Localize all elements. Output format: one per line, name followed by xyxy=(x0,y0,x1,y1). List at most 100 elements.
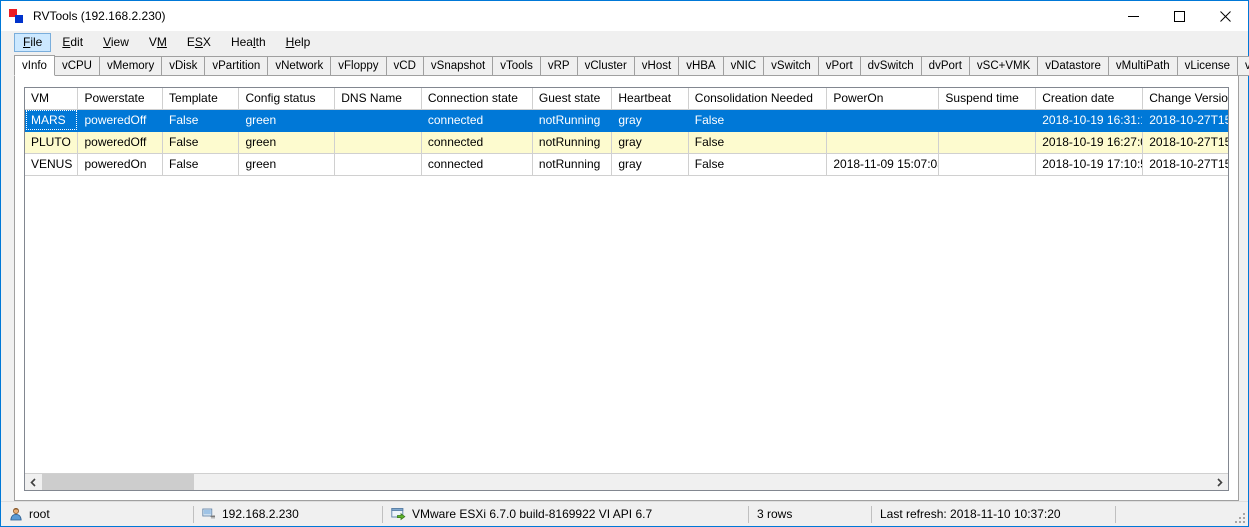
grid-scroll-area[interactable]: VMPowerstateTemplateConfig statusDNS Nam… xyxy=(25,88,1228,473)
cell-consolidation-needed[interactable]: False xyxy=(688,153,827,175)
tab-vcd[interactable]: vCD xyxy=(386,56,424,76)
column-header-consolidation-needed[interactable]: Consolidation Needed xyxy=(688,88,827,109)
column-header-config-status[interactable]: Config status xyxy=(239,88,335,109)
tab-vdatastore[interactable]: vDatastore xyxy=(1037,56,1109,76)
cell-connection-state[interactable]: connected xyxy=(421,109,532,131)
tab-vport[interactable]: vPort xyxy=(818,56,861,76)
menu-item-vm[interactable]: VM xyxy=(140,33,176,52)
tab-vcpu[interactable]: vCPU xyxy=(54,56,100,76)
tab-vhba[interactable]: vHBA xyxy=(678,56,723,76)
cell-heartbeat[interactable]: gray xyxy=(612,153,688,175)
tab-vsc-vmk[interactable]: vSC+VMK xyxy=(969,56,1038,76)
menu-item-view[interactable]: View xyxy=(94,33,138,52)
tab-dvswitch[interactable]: dvSwitch xyxy=(860,56,922,76)
cell-vm[interactable]: PLUTO xyxy=(25,131,78,153)
cell-suspend-time[interactable] xyxy=(939,131,1036,153)
cell-creation-date[interactable]: 2018-10-19 16:31:11 xyxy=(1036,109,1143,131)
cell-config-status[interactable]: green xyxy=(239,131,335,153)
column-header-dns-name[interactable]: DNS Name xyxy=(335,88,422,109)
column-header-suspend-time[interactable]: Suspend time xyxy=(939,88,1036,109)
column-header-guest-state[interactable]: Guest state xyxy=(532,88,611,109)
column-header-poweron[interactable]: PowerOn xyxy=(827,88,939,109)
cell-creation-date[interactable]: 2018-10-19 16:27:08 xyxy=(1036,131,1143,153)
maximize-icon[interactable] xyxy=(1156,1,1202,31)
cell-suspend-time[interactable] xyxy=(939,153,1036,175)
status-version-label: VMware ESXi 6.7.0 build-8169922 VI API 6… xyxy=(412,507,652,521)
tab-vpartition[interactable]: vPartition xyxy=(204,56,268,76)
tab-vmemory[interactable]: vMemory xyxy=(99,56,162,76)
cell-powerstate[interactable]: poweredOn xyxy=(78,153,163,175)
minimize-icon[interactable] xyxy=(1110,1,1156,31)
tab-vlicense[interactable]: vLicense xyxy=(1177,56,1238,76)
cell-creation-date[interactable]: 2018-10-19 17:10:59 xyxy=(1036,153,1143,175)
cell-connection-state[interactable]: connected xyxy=(421,131,532,153)
cell-powerstate[interactable]: poweredOff xyxy=(78,131,163,153)
tab-vdisk[interactable]: vDisk xyxy=(161,56,205,76)
cell-template[interactable]: False xyxy=(163,131,239,153)
chevron-right-icon[interactable] xyxy=(1211,474,1228,490)
cell-dns-name[interactable] xyxy=(335,153,422,175)
table-row[interactable]: PLUTOpoweredOffFalsegreenconnectednotRun… xyxy=(25,131,1228,153)
cell-dns-name[interactable] xyxy=(335,131,422,153)
column-header-powerstate[interactable]: Powerstate xyxy=(78,88,163,109)
menu-item-edit[interactable]: Edit xyxy=(53,33,92,52)
cell-guest-state[interactable]: notRunning xyxy=(532,153,611,175)
table-row[interactable]: VENUSpoweredOnFalsegreenconnectednotRunn… xyxy=(25,153,1228,175)
tab-vsnapshot[interactable]: vSnapshot xyxy=(423,56,493,76)
cell-change-versio[interactable]: 2018-10-27T15 xyxy=(1143,153,1228,175)
cell-poweron[interactable] xyxy=(827,131,939,153)
menu-item-esx[interactable]: ESX xyxy=(178,33,220,52)
cell-vm[interactable]: MARS xyxy=(25,109,78,131)
cell-consolidation-needed[interactable]: False xyxy=(688,131,827,153)
menu-item-help[interactable]: Help xyxy=(277,33,320,52)
horizontal-scrollbar[interactable] xyxy=(25,473,1228,490)
cell-change-versio[interactable]: 2018-10-27T15 xyxy=(1143,131,1228,153)
rvtools-app-icon xyxy=(9,8,25,24)
cell-heartbeat[interactable]: gray xyxy=(612,109,688,131)
cell-dns-name[interactable] xyxy=(335,109,422,131)
cell-suspend-time[interactable] xyxy=(939,109,1036,131)
tab-vinfo[interactable]: vInfo xyxy=(14,55,55,76)
cell-vm[interactable]: VENUS xyxy=(25,153,78,175)
cell-template[interactable]: False xyxy=(163,153,239,175)
column-header-heartbeat[interactable]: Heartbeat xyxy=(612,88,688,109)
cell-connection-state[interactable]: connected xyxy=(421,153,532,175)
tab-vcluster[interactable]: vCluster xyxy=(577,56,635,76)
scrollbar-thumb[interactable] xyxy=(42,474,194,490)
tab-vnetwork[interactable]: vNetwork xyxy=(267,56,331,76)
tab-vhealth[interactable]: vHealth xyxy=(1237,56,1249,76)
table-row[interactable]: MARSpoweredOffFalsegreenconnectednotRunn… xyxy=(25,109,1228,131)
tab-vswitch[interactable]: vSwitch xyxy=(763,56,819,76)
status-rowcount: 3 rows xyxy=(749,502,871,527)
column-header-creation-date[interactable]: Creation date xyxy=(1036,88,1143,109)
column-header-template[interactable]: Template xyxy=(163,88,239,109)
column-header-change-versio[interactable]: Change Versio xyxy=(1143,88,1228,109)
close-icon[interactable] xyxy=(1202,1,1248,31)
cell-guest-state[interactable]: notRunning xyxy=(532,109,611,131)
cell-change-versio[interactable]: 2018-10-27T15 xyxy=(1143,109,1228,131)
chevron-left-icon[interactable] xyxy=(25,474,42,490)
scrollbar-track[interactable] xyxy=(42,474,1211,490)
menu-item-file[interactable]: File xyxy=(14,33,51,52)
column-header-vm[interactable]: VM xyxy=(25,88,78,109)
cell-guest-state[interactable]: notRunning xyxy=(532,131,611,153)
tab-vnic[interactable]: vNIC xyxy=(723,56,765,76)
menu-item-health[interactable]: Health xyxy=(222,33,275,52)
tab-vhost[interactable]: vHost xyxy=(634,56,679,76)
resize-grip-icon[interactable] xyxy=(1233,511,1245,523)
tab-vmultipath[interactable]: vMultiPath xyxy=(1108,56,1178,76)
cell-config-status[interactable]: green xyxy=(239,109,335,131)
tab-vfloppy[interactable]: vFloppy xyxy=(330,56,386,76)
cell-template[interactable]: False xyxy=(163,109,239,131)
cell-consolidation-needed[interactable]: False xyxy=(688,109,827,131)
cell-poweron[interactable] xyxy=(827,109,939,131)
cell-poweron[interactable]: 2018-11-09 15:07:03 xyxy=(827,153,939,175)
cell-heartbeat[interactable]: gray xyxy=(612,131,688,153)
tab-vtools[interactable]: vTools xyxy=(492,56,541,76)
tab-dvport[interactable]: dvPort xyxy=(921,56,970,76)
window-title: RVTools (192.168.2.230) xyxy=(33,1,166,31)
cell-config-status[interactable]: green xyxy=(239,153,335,175)
tab-vrp[interactable]: vRP xyxy=(540,56,578,76)
column-header-connection-state[interactable]: Connection state xyxy=(421,88,532,109)
cell-powerstate[interactable]: poweredOff xyxy=(78,109,163,131)
